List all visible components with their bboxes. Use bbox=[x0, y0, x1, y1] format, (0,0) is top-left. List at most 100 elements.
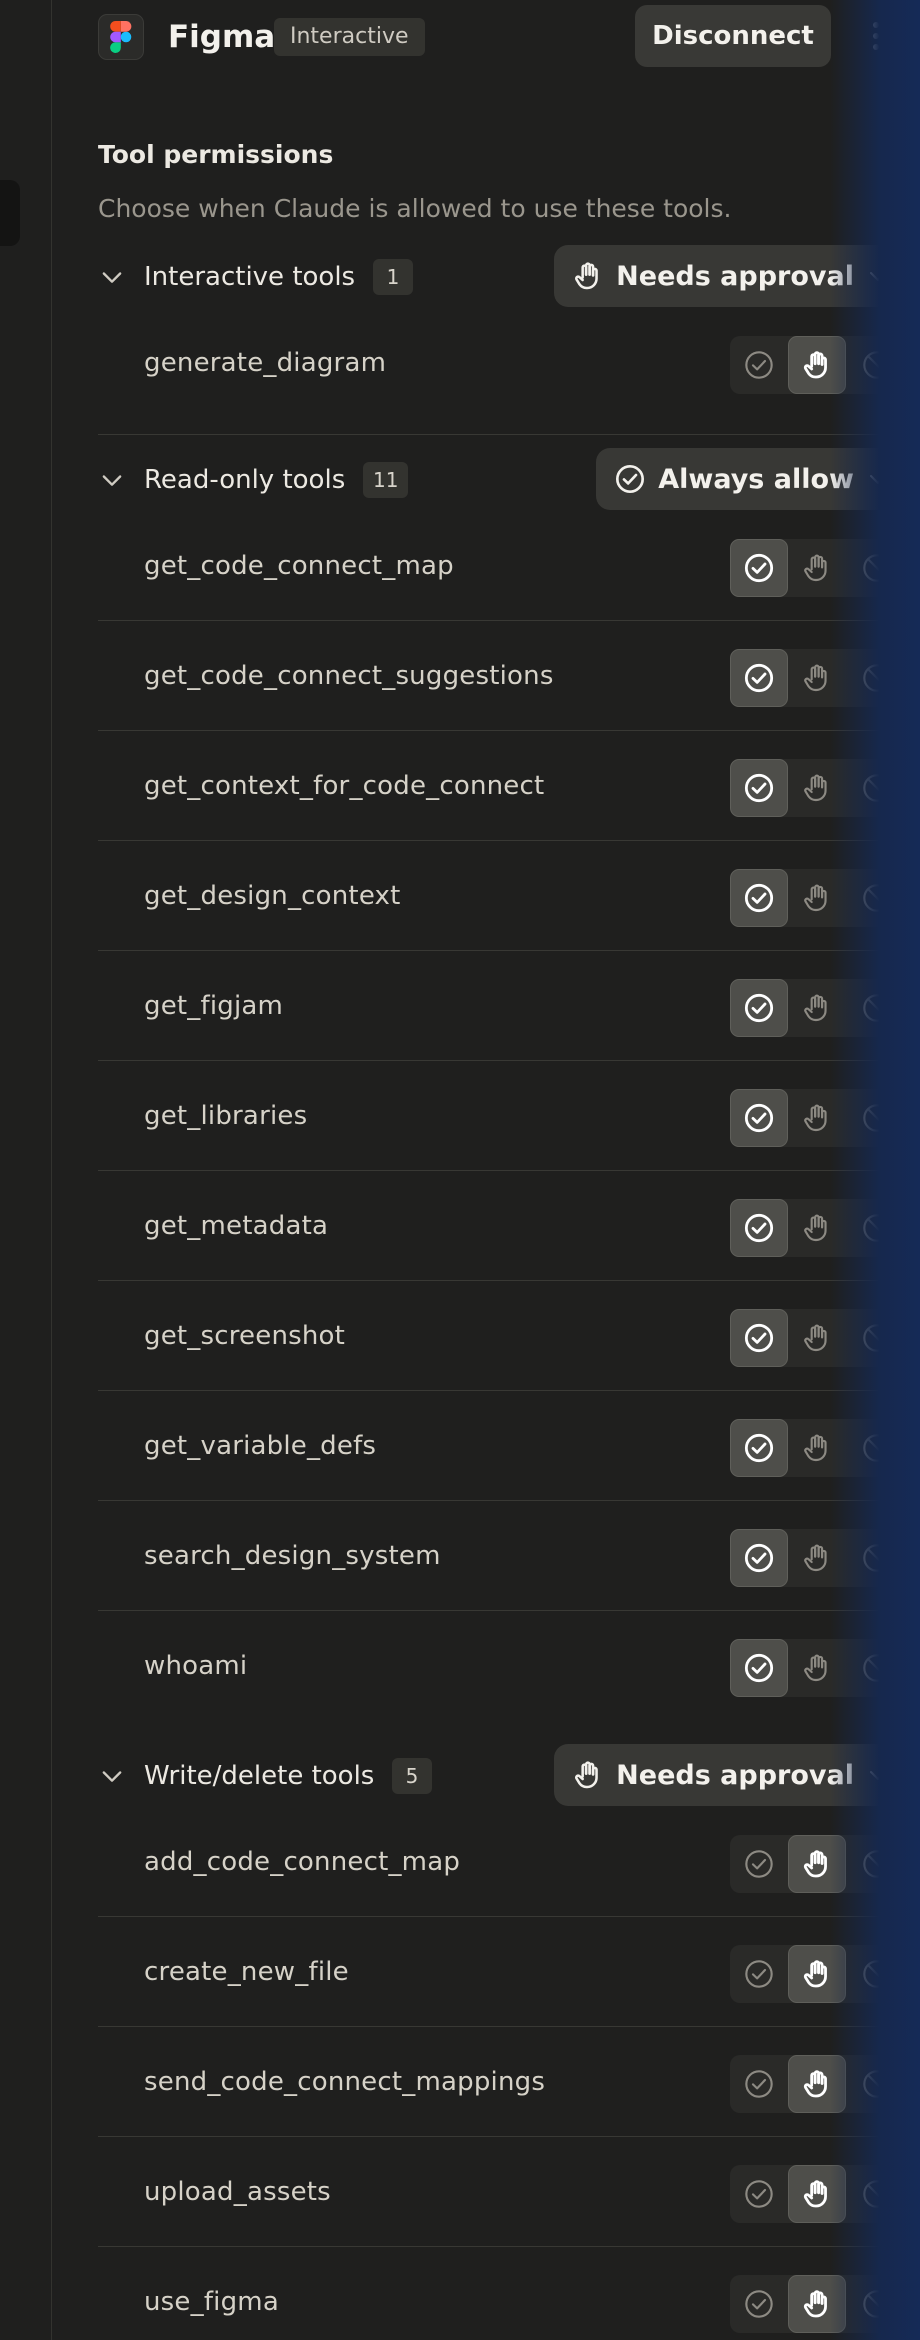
tool-name: get_context_for_code_connect bbox=[144, 771, 545, 801]
tool-row: get_design_context bbox=[98, 841, 908, 951]
check-circle-icon[interactable] bbox=[730, 1945, 788, 2003]
tool-group-count-badge: 1 bbox=[373, 259, 413, 295]
block-icon[interactable] bbox=[846, 539, 908, 597]
tool-name: use_figma bbox=[144, 2287, 279, 2317]
block-icon[interactable] bbox=[846, 979, 908, 1037]
tool-permission-toggle bbox=[730, 759, 908, 817]
hand-icon[interactable] bbox=[788, 1089, 846, 1147]
block-icon[interactable] bbox=[846, 2165, 908, 2223]
block-icon[interactable] bbox=[846, 1309, 908, 1367]
hand-icon bbox=[572, 260, 604, 292]
check-circle-icon[interactable] bbox=[730, 1089, 788, 1147]
hand-icon[interactable] bbox=[788, 1945, 846, 2003]
hand-icon[interactable] bbox=[788, 1419, 846, 1477]
chevron-down-icon[interactable] bbox=[98, 1762, 126, 1790]
tool-group-header[interactable]: Write/delete tools 5 Needs approval bbox=[98, 1744, 908, 1808]
tool-row: create_new_file bbox=[98, 1917, 908, 2027]
check-circle-icon[interactable] bbox=[730, 1639, 788, 1697]
tool-row: get_libraries bbox=[98, 1061, 908, 1171]
tool-name: search_design_system bbox=[144, 1541, 441, 1571]
hand-icon[interactable] bbox=[788, 649, 846, 707]
tool-permission-toggle bbox=[730, 1089, 908, 1147]
block-icon[interactable] bbox=[846, 1089, 908, 1147]
tool-name: create_new_file bbox=[144, 1957, 349, 1987]
more-vertical-icon[interactable] bbox=[856, 14, 896, 58]
hand-icon[interactable] bbox=[788, 2275, 846, 2333]
tool-group-policy-dropdown[interactable]: Needs approval bbox=[554, 245, 908, 307]
tool-group-policy-label: Needs approval bbox=[616, 1759, 854, 1791]
tool-group-count-badge: 11 bbox=[363, 462, 409, 498]
connector-type-badge: Interactive bbox=[274, 18, 425, 56]
tool-permission-toggle bbox=[730, 649, 908, 707]
tool-group-policy-dropdown[interactable]: Always allow bbox=[596, 448, 908, 510]
check-circle-icon[interactable] bbox=[730, 2055, 788, 2113]
hand-icon[interactable] bbox=[788, 2055, 846, 2113]
tool-group-label: Read-only tools bbox=[144, 465, 346, 495]
block-icon[interactable] bbox=[846, 1419, 908, 1477]
block-icon[interactable] bbox=[846, 1835, 908, 1893]
connector-title: Figma bbox=[168, 19, 276, 55]
tool-name: upload_assets bbox=[144, 2177, 331, 2207]
figma-logo-icon bbox=[98, 14, 144, 60]
block-icon[interactable] bbox=[846, 336, 908, 394]
hand-icon[interactable] bbox=[788, 1199, 846, 1257]
tool-name: generate_diagram bbox=[144, 348, 387, 378]
block-icon[interactable] bbox=[846, 1945, 908, 2003]
tool-permission-toggle bbox=[730, 869, 908, 927]
tool-permission-toggle bbox=[730, 1199, 908, 1257]
chevron-down-icon[interactable] bbox=[98, 263, 126, 291]
check-circle-icon[interactable] bbox=[730, 1309, 788, 1367]
hand-icon[interactable] bbox=[788, 2165, 846, 2223]
block-icon[interactable] bbox=[846, 649, 908, 707]
check-circle-icon[interactable] bbox=[730, 2275, 788, 2333]
tool-row: generate_diagram bbox=[98, 308, 908, 418]
tool-permission-toggle bbox=[730, 336, 908, 394]
tool-name: add_code_connect_map bbox=[144, 1847, 461, 1877]
tool-permission-toggle bbox=[730, 1419, 908, 1477]
block-icon[interactable] bbox=[846, 2275, 908, 2333]
check-circle-icon[interactable] bbox=[730, 2165, 788, 2223]
chevron-down-icon[interactable] bbox=[98, 466, 126, 494]
check-circle-icon[interactable] bbox=[730, 649, 788, 707]
hand-icon[interactable] bbox=[788, 539, 846, 597]
hand-icon[interactable] bbox=[788, 759, 846, 817]
tool-permission-toggle bbox=[730, 1639, 908, 1697]
block-icon[interactable] bbox=[846, 1639, 908, 1697]
check-circle-icon[interactable] bbox=[730, 336, 788, 394]
disconnect-button[interactable]: Disconnect bbox=[635, 5, 831, 67]
check-circle-icon[interactable] bbox=[730, 1529, 788, 1587]
check-circle-icon[interactable] bbox=[730, 1199, 788, 1257]
check-circle-icon[interactable] bbox=[730, 1419, 788, 1477]
block-icon[interactable] bbox=[846, 1529, 908, 1587]
tool-permission-toggle bbox=[730, 2275, 908, 2333]
sidebar-tab[interactable] bbox=[0, 180, 20, 246]
tool-row: get_code_connect_map bbox=[98, 511, 908, 621]
hand-icon[interactable] bbox=[788, 1529, 846, 1587]
check-circle-icon[interactable] bbox=[730, 979, 788, 1037]
block-icon[interactable] bbox=[846, 869, 908, 927]
tool-permission-toggle bbox=[730, 539, 908, 597]
block-icon[interactable] bbox=[846, 1199, 908, 1257]
tool-group-count-badge: 5 bbox=[392, 1758, 432, 1794]
check-circle-icon[interactable] bbox=[730, 869, 788, 927]
tool-name: whoami bbox=[144, 1651, 248, 1681]
tool-group-header[interactable]: Interactive tools 1 Needs approval bbox=[98, 245, 908, 309]
hand-icon[interactable] bbox=[788, 1835, 846, 1893]
hand-icon[interactable] bbox=[788, 1639, 846, 1697]
tool-permission-toggle bbox=[730, 979, 908, 1037]
hand-icon[interactable] bbox=[788, 869, 846, 927]
check-circle-icon[interactable] bbox=[730, 1835, 788, 1893]
hand-icon[interactable] bbox=[788, 1309, 846, 1367]
tool-group-header[interactable]: Read-only tools 11 Always allow bbox=[98, 448, 908, 512]
tool-group-policy-label: Needs approval bbox=[616, 260, 854, 292]
check-circle-icon[interactable] bbox=[730, 539, 788, 597]
tool-permission-toggle bbox=[730, 1309, 908, 1367]
tool-group-policy-dropdown[interactable]: Needs approval bbox=[554, 1744, 908, 1806]
block-icon[interactable] bbox=[846, 2055, 908, 2113]
hand-icon[interactable] bbox=[788, 979, 846, 1037]
block-icon[interactable] bbox=[846, 759, 908, 817]
tool-row: get_metadata bbox=[98, 1171, 908, 1281]
tool-permission-toggle bbox=[730, 1945, 908, 2003]
check-circle-icon[interactable] bbox=[730, 759, 788, 817]
hand-icon[interactable] bbox=[788, 336, 846, 394]
